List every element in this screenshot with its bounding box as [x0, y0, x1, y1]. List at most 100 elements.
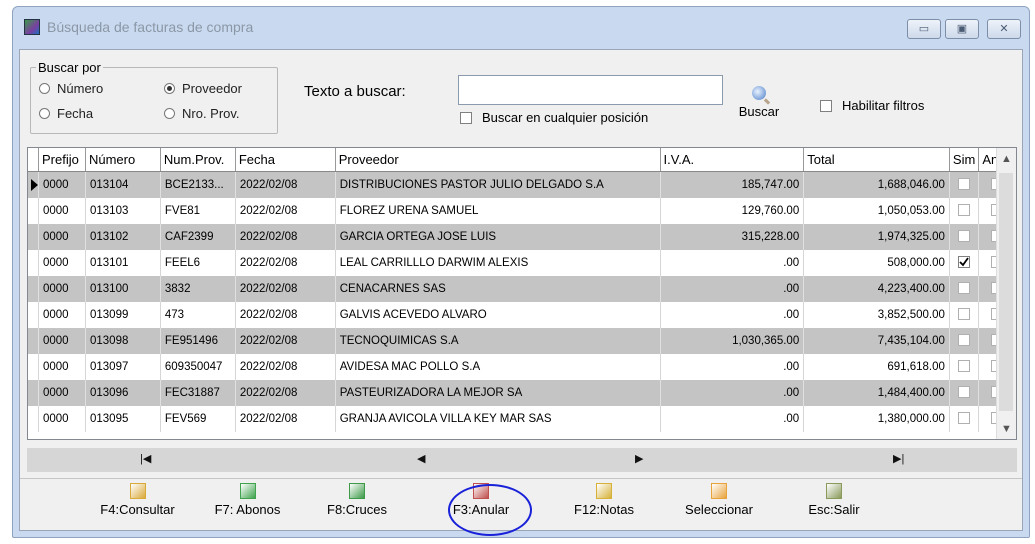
col-numero[interactable]: Número — [85, 148, 161, 172]
cell-fecha[interactable]: 2022/02/08 — [235, 328, 336, 354]
toolbar-button-esc-salir[interactable]: Esc:Salir — [799, 479, 869, 529]
cell-total[interactable]: 7,435,104.00 — [803, 328, 950, 354]
sim-checkbox[interactable] — [958, 203, 971, 216]
cell-numero[interactable]: 013098 — [85, 328, 161, 354]
cell-iva[interactable]: .00 — [660, 302, 805, 328]
cell-numero[interactable]: 013102 — [85, 224, 161, 250]
radio-proveedor-dot[interactable] — [164, 83, 175, 94]
cell-proveedor[interactable]: TECNOQUIMICAS S.A — [335, 328, 661, 354]
next-record-icon[interactable]: ▶ — [635, 452, 643, 465]
enable-filters-box[interactable] — [820, 99, 832, 112]
cell-proveedor[interactable]: GARCIA ORTEGA JOSE LUIS — [335, 224, 661, 250]
first-record-icon[interactable]: |◀ — [140, 452, 151, 465]
cell-numprov[interactable]: 3832 — [160, 276, 236, 302]
minimize-button[interactable]: ▭ — [907, 19, 941, 39]
cell-fecha[interactable]: 2022/02/08 — [235, 198, 336, 224]
col-fecha[interactable]: Fecha — [235, 148, 336, 172]
radio-nro-prov-dot[interactable] — [164, 108, 175, 119]
cell-iva[interactable]: 129,760.00 — [660, 198, 805, 224]
cell-total[interactable]: 1,688,046.00 — [803, 171, 950, 198]
cell-prefijo[interactable]: 0000 — [38, 224, 86, 250]
cell-prefijo[interactable]: 0000 — [38, 250, 86, 276]
cell-proveedor[interactable]: DISTRIBUCIONES PASTOR JULIO DELGADO S.A — [335, 171, 661, 198]
sim-checkbox[interactable] — [958, 359, 971, 372]
cell-iva[interactable]: .00 — [660, 406, 805, 432]
cell-numprov[interactable]: FEV569 — [160, 406, 236, 432]
cell-total[interactable]: 1,050,053.00 — [803, 198, 950, 224]
cell-numero[interactable]: 013101 — [85, 250, 161, 276]
cell-total[interactable]: 1,974,325.00 — [803, 224, 950, 250]
cell-prefijo[interactable]: 0000 — [38, 302, 86, 328]
table-row[interactable]: 0000 013095 FEV569 2022/02/08 GRANJA AVICOLA… — [28, 406, 1016, 432]
cell-prefijo[interactable]: 0000 — [38, 380, 86, 406]
sim-checkbox[interactable] — [958, 281, 971, 294]
cell-prefijo[interactable]: 0000 — [38, 406, 86, 432]
cell-prefijo[interactable]: 0000 — [38, 198, 86, 224]
cell-numprov[interactable]: FVE81 — [160, 198, 236, 224]
cell-numprov[interactable]: FEEL6 — [160, 250, 236, 276]
cell-total[interactable]: 4,223,400.00 — [803, 276, 950, 302]
cell-numero[interactable]: 013097 — [85, 354, 161, 380]
scroll-thumb[interactable] — [999, 173, 1013, 411]
table-row[interactable]: 0000 013098 FE951496 2022/02/08 TECNOQUIMICA… — [28, 328, 1016, 354]
radio-numero[interactable]: Número — [39, 81, 103, 96]
scroll-down-icon[interactable]: ▼ — [997, 423, 1016, 435]
cell-numero[interactable]: 013104 — [85, 171, 161, 198]
sim-checkbox[interactable] — [958, 229, 971, 242]
cell-prefijo[interactable]: 0000 — [38, 171, 86, 198]
sim-checkbox[interactable] — [958, 333, 971, 346]
col-total[interactable]: Total — [803, 148, 950, 172]
radio-fecha-dot[interactable] — [39, 108, 50, 119]
cell-iva[interactable]: .00 — [660, 276, 805, 302]
cell-iva[interactable]: .00 — [660, 354, 805, 380]
toolbar-button-f12-notas[interactable]: F12:Notas — [568, 479, 640, 529]
cell-proveedor[interactable]: PASTEURIZADORA LA MEJOR SA — [335, 380, 661, 406]
search-text-input[interactable] — [458, 75, 723, 105]
toolbar-button-f8-cruces[interactable]: F8:Cruces — [322, 479, 392, 529]
sim-checkbox[interactable] — [958, 255, 971, 268]
cell-iva[interactable]: 1,030,365.00 — [660, 328, 805, 354]
radio-fecha[interactable]: Fecha — [39, 106, 93, 121]
sim-checkbox[interactable] — [958, 177, 971, 190]
cell-fecha[interactable]: 2022/02/08 — [235, 224, 336, 250]
search-button[interactable]: Buscar — [732, 86, 786, 128]
col-prefijo[interactable]: Prefijo — [38, 148, 86, 172]
invoice-grid[interactable]: Prefijo Número Num.Prov. Fecha Proveedor… — [27, 147, 1017, 440]
radio-proveedor[interactable]: Proveedor — [164, 81, 242, 96]
cell-total[interactable]: 1,380,000.00 — [803, 406, 950, 432]
table-row[interactable]: 0000 013099 473 2022/02/08 GALVIS ACEVEDO AL… — [28, 302, 1016, 328]
cell-fecha[interactable]: 2022/02/08 — [235, 276, 336, 302]
table-row[interactable]: 0000 013102 CAF2399 2022/02/08 GARCIA ORTEGA… — [28, 224, 1016, 250]
cell-numero[interactable]: 013095 — [85, 406, 161, 432]
cell-numprov[interactable]: FE951496 — [160, 328, 236, 354]
enable-filters-checkbox[interactable]: Habilitar filtros — [820, 98, 924, 113]
cell-proveedor[interactable]: GRANJA AVICOLA VILLA KEY MAR SAS — [335, 406, 661, 432]
col-sim[interactable]: Sim — [949, 148, 980, 172]
maximize-button[interactable]: ▣ — [945, 19, 979, 39]
close-button[interactable]: ✕ — [987, 19, 1021, 39]
cell-total[interactable]: 1,484,400.00 — [803, 380, 950, 406]
cell-proveedor[interactable]: CENACARNES SAS — [335, 276, 661, 302]
any-position-checkbox[interactable]: Buscar en cualquier posición — [460, 110, 648, 125]
cell-total[interactable]: 508,000.00 — [803, 250, 950, 276]
cell-numprov[interactable]: 609350047 — [160, 354, 236, 380]
table-row[interactable]: 0000 013100 3832 2022/02/08 CENACARNES SAS .0… — [28, 276, 1016, 302]
radio-numero-dot[interactable] — [39, 83, 50, 94]
cell-fecha[interactable]: 2022/02/08 — [235, 354, 336, 380]
cell-iva[interactable]: 185,747.00 — [660, 171, 805, 198]
table-row[interactable]: 0000 013096 FEC31887 2022/02/08 PASTEURIZADO… — [28, 380, 1016, 406]
table-row[interactable]: 0000 013103 FVE81 2022/02/08 FLOREZ URENA SA… — [28, 198, 1016, 224]
prev-record-icon[interactable]: ◀ — [417, 452, 425, 465]
title-bar[interactable]: Búsqueda de facturas de compra ▭ ▣ ✕ — [13, 7, 1029, 49]
cell-fecha[interactable]: 2022/02/08 — [235, 171, 336, 198]
col-numprov[interactable]: Num.Prov. — [160, 148, 236, 172]
scroll-up-icon[interactable]: ▲ — [997, 153, 1016, 165]
cell-numero[interactable]: 013100 — [85, 276, 161, 302]
toolbar-button-seleccionar[interactable]: Seleccionar — [679, 479, 759, 529]
cell-prefijo[interactable]: 0000 — [38, 328, 86, 354]
table-row[interactable]: 0000 013101 FEEL6 2022/02/08 LEAL CARRILLLO … — [28, 250, 1016, 276]
cell-prefijo[interactable]: 0000 — [38, 276, 86, 302]
cell-total[interactable]: 691,618.00 — [803, 354, 950, 380]
cell-proveedor[interactable]: AVIDESA MAC POLLO S.A — [335, 354, 661, 380]
cell-numero[interactable]: 013099 — [85, 302, 161, 328]
